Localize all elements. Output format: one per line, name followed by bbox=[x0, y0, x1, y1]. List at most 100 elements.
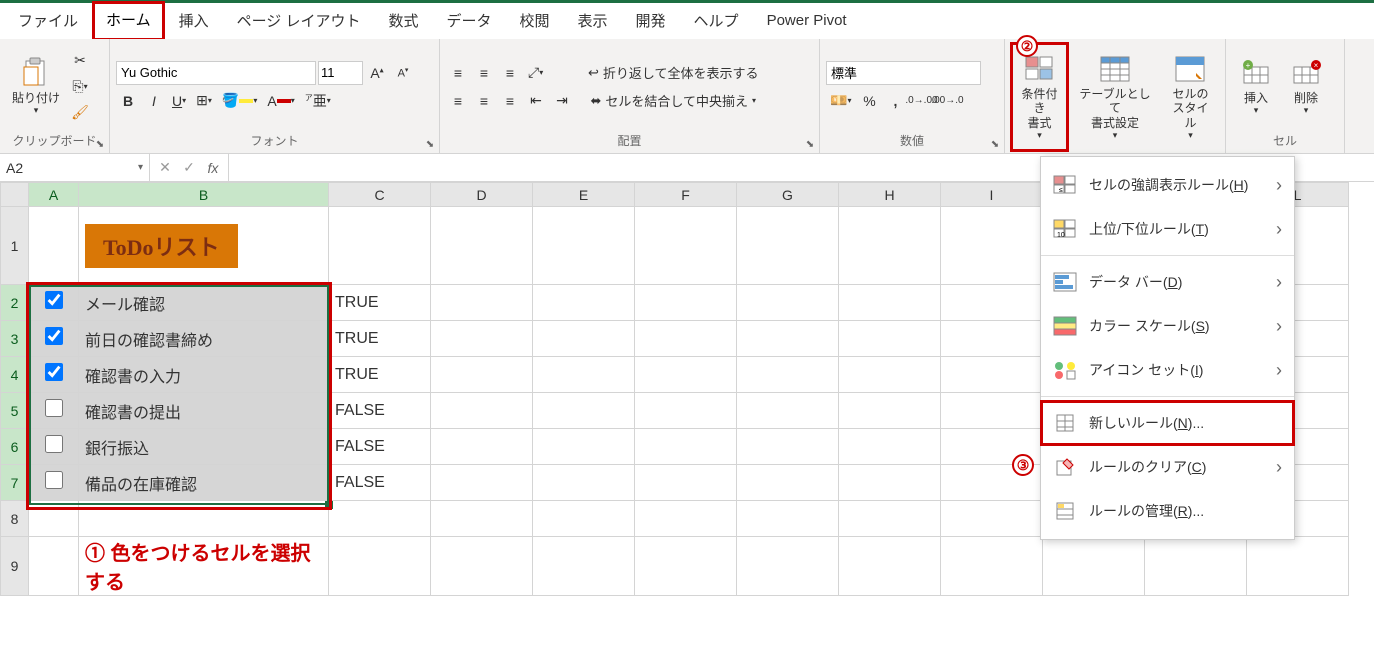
col-head-A[interactable]: A bbox=[29, 183, 79, 207]
insert-function-button[interactable]: fx bbox=[202, 157, 224, 179]
tab-insert[interactable]: 挿入 bbox=[165, 2, 223, 39]
increase-font-button[interactable]: A▴ bbox=[365, 61, 389, 85]
checkbox-row3[interactable] bbox=[45, 327, 63, 345]
fill-color-button[interactable]: 🪣▾ bbox=[218, 89, 261, 113]
checkbox-row5[interactable] bbox=[45, 399, 63, 417]
cell-styles-button[interactable]: セルの スタイル ▾ bbox=[1162, 43, 1219, 151]
row-head-8[interactable]: 8 bbox=[1, 501, 29, 537]
cell-C2[interactable]: TRUE bbox=[329, 285, 431, 321]
align-bottom-button[interactable]: ≡ bbox=[498, 61, 522, 85]
conditional-formatting-button[interactable]: 条件付き 書式 ▾ bbox=[1011, 43, 1068, 151]
decrease-indent-button[interactable]: ⇤ bbox=[524, 89, 548, 113]
row-head-6[interactable]: 6 bbox=[1, 429, 29, 465]
font-name-select[interactable] bbox=[116, 61, 316, 85]
tab-developer[interactable]: 開発 bbox=[622, 2, 680, 39]
tab-page-layout[interactable]: ページ レイアウト bbox=[223, 2, 375, 39]
checkbox-row6[interactable] bbox=[45, 435, 63, 453]
tab-file[interactable]: ファイル bbox=[4, 2, 92, 39]
cut-button[interactable]: ✂ bbox=[68, 49, 92, 73]
row-head-7[interactable]: 7 bbox=[1, 465, 29, 501]
align-center-button[interactable]: ≡ bbox=[472, 89, 496, 113]
cell-B5[interactable]: 確認書の提出 bbox=[79, 393, 329, 429]
menu-manage-rules[interactable]: ルールの管理(R)... bbox=[1041, 489, 1294, 533]
align-top-button[interactable]: ≡ bbox=[446, 61, 470, 85]
menu-top-bottom-rules[interactable]: 10 上位/下位ルール(T) › bbox=[1041, 207, 1294, 251]
cell-A5[interactable] bbox=[29, 393, 79, 429]
tab-data[interactable]: データ bbox=[432, 2, 505, 39]
cell-C6[interactable]: FALSE bbox=[329, 429, 431, 465]
cell-B2[interactable]: メール確認 bbox=[79, 285, 329, 321]
enter-formula-button[interactable]: ✓ bbox=[178, 157, 200, 179]
menu-highlight-cell-rules[interactable]: ≤ セルの強調表示ルール(H) › bbox=[1041, 163, 1294, 207]
cell-B7[interactable]: 備品の在庫確認 bbox=[79, 465, 329, 501]
clipboard-dialog-launcher[interactable]: ⬊ bbox=[93, 137, 107, 151]
delete-cells-button[interactable]: × 削除 ▾ bbox=[1282, 43, 1330, 130]
cell-A6[interactable] bbox=[29, 429, 79, 465]
font-color-button[interactable]: A▾ bbox=[263, 89, 298, 113]
comma-button[interactable]: , bbox=[883, 89, 907, 113]
cell-B3[interactable]: 前日の確認書締め bbox=[79, 321, 329, 357]
copy-button[interactable]: ⎘▾ bbox=[68, 75, 92, 99]
increase-indent-button[interactable]: ⇥ bbox=[550, 89, 574, 113]
checkbox-row2[interactable] bbox=[45, 291, 63, 309]
phonetic-button[interactable]: ア亜▾ bbox=[301, 89, 335, 113]
border-button[interactable]: ⊞▾ bbox=[192, 89, 216, 113]
cell-B6[interactable]: 銀行振込 bbox=[79, 429, 329, 465]
italic-button[interactable]: I bbox=[142, 89, 166, 113]
menu-new-rule[interactable]: 新しいルール(N)... bbox=[1041, 401, 1294, 445]
font-size-select[interactable] bbox=[318, 61, 363, 85]
cell-A1[interactable] bbox=[29, 207, 79, 285]
decrease-font-button[interactable]: A▾ bbox=[391, 61, 415, 85]
cell-C1[interactable] bbox=[329, 207, 431, 285]
col-head-C[interactable]: C bbox=[329, 183, 431, 207]
increase-decimal-button[interactable]: .0→.00 bbox=[909, 89, 933, 113]
cell-B4[interactable]: 確認書の入力 bbox=[79, 357, 329, 393]
tab-view[interactable]: 表示 bbox=[564, 2, 622, 39]
menu-icon-sets[interactable]: アイコン セット(I) › bbox=[1041, 348, 1294, 392]
cell-B1[interactable]: ToDoリスト bbox=[79, 207, 329, 285]
alignment-dialog-launcher[interactable]: ⬊ bbox=[803, 137, 817, 151]
col-head-D[interactable]: D bbox=[431, 183, 533, 207]
merge-center-button[interactable]: ⬌ セルを結合して中央揃え ▾ bbox=[584, 89, 763, 113]
format-painter-button[interactable]: 🖌 bbox=[68, 101, 92, 125]
row-head-3[interactable]: 3 bbox=[1, 321, 29, 357]
cell-C3[interactable]: TRUE bbox=[329, 321, 431, 357]
tab-review[interactable]: 校閲 bbox=[506, 2, 564, 39]
accounting-format-button[interactable]: 💴▾ bbox=[826, 89, 855, 113]
tab-home[interactable]: ホーム bbox=[92, 1, 165, 41]
menu-data-bars[interactable]: データ バー(D) › bbox=[1041, 260, 1294, 304]
underline-button[interactable]: U▾ bbox=[168, 89, 190, 113]
paste-button[interactable]: 貼り付け ▾ bbox=[6, 43, 66, 130]
insert-cells-button[interactable]: + 挿入 ▾ bbox=[1232, 43, 1280, 130]
tab-formulas[interactable]: 数式 bbox=[374, 2, 432, 39]
cell-A2[interactable] bbox=[29, 285, 79, 321]
tab-power-pivot[interactable]: Power Pivot bbox=[753, 4, 861, 37]
col-head-G[interactable]: G bbox=[737, 183, 839, 207]
row-head-2[interactable]: 2 bbox=[1, 285, 29, 321]
wrap-text-button[interactable]: ↩ 折り返して全体を表示する bbox=[584, 61, 763, 85]
align-left-button[interactable]: ≡ bbox=[446, 89, 470, 113]
align-middle-button[interactable]: ≡ bbox=[472, 61, 496, 85]
orientation-button[interactable]: ⤢▾ bbox=[524, 61, 547, 85]
menu-clear-rules[interactable]: ルールのクリア(C) › bbox=[1041, 445, 1294, 489]
cell-A7[interactable] bbox=[29, 465, 79, 501]
cell-C7[interactable]: FALSE bbox=[329, 465, 431, 501]
decrease-decimal-button[interactable]: .00→.0 bbox=[935, 89, 959, 113]
row-head-1[interactable]: 1 bbox=[1, 207, 29, 285]
cell-B9[interactable]: ① 色をつけるセルを選択する bbox=[79, 537, 329, 596]
col-head-F[interactable]: F bbox=[635, 183, 737, 207]
menu-color-scales[interactable]: カラー スケール(S) › bbox=[1041, 304, 1294, 348]
percent-button[interactable]: % bbox=[857, 89, 881, 113]
col-head-I[interactable]: I bbox=[941, 183, 1043, 207]
cell-C4[interactable]: TRUE bbox=[329, 357, 431, 393]
number-format-select[interactable] bbox=[826, 61, 981, 85]
selection-fill-handle[interactable] bbox=[325, 501, 333, 509]
checkbox-row4[interactable] bbox=[45, 363, 63, 381]
cell-C5[interactable]: FALSE bbox=[329, 393, 431, 429]
bold-button[interactable]: B bbox=[116, 89, 140, 113]
font-dialog-launcher[interactable]: ⬊ bbox=[423, 137, 437, 151]
col-head-B[interactable]: B bbox=[79, 183, 329, 207]
number-dialog-launcher[interactable]: ⬊ bbox=[988, 137, 1002, 151]
select-all-corner[interactable] bbox=[1, 183, 29, 207]
format-as-table-button[interactable]: テーブルとして 書式設定 ▾ bbox=[1070, 43, 1160, 151]
